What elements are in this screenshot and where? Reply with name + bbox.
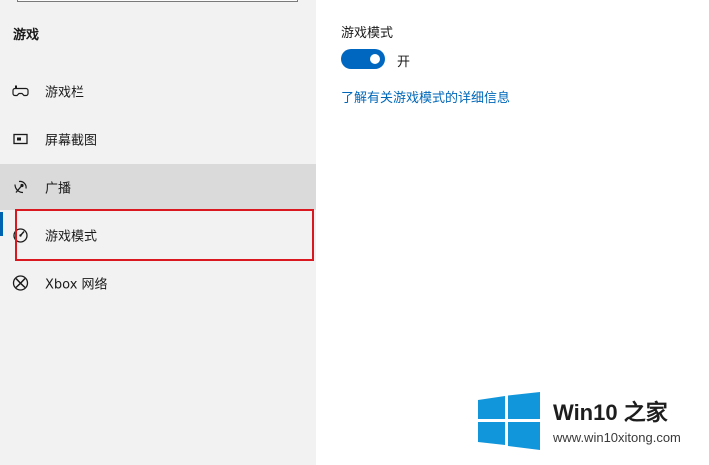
game-bar-icon	[12, 83, 29, 100]
learn-more-link[interactable]: 了解有关游戏模式的详细信息	[341, 87, 510, 106]
broadcast-icon	[12, 179, 29, 196]
captures-icon	[12, 131, 29, 148]
sidebar-item-label: 游戏栏	[45, 85, 85, 101]
sidebar-item-xbox-network[interactable]: Xbox 网络	[0, 260, 316, 306]
setting-title: 游戏模式	[341, 26, 394, 41]
watermark-title: Win10 之家	[553, 400, 668, 425]
section-title: 游戏	[13, 28, 40, 43]
sidebar-item-captures[interactable]: 屏幕截图	[0, 116, 316, 162]
sidebar-item-label: 屏幕截图	[45, 133, 98, 149]
search-input[interactable]	[17, 0, 298, 2]
windows-logo-icon	[478, 392, 540, 450]
toggle-state-label: 开	[397, 55, 411, 70]
highlight-annotation	[15, 209, 314, 261]
watermark: Win10 之家 www.win10xitong.com	[478, 392, 703, 454]
game-mode-toggle[interactable]	[341, 49, 385, 69]
toggle-knob	[370, 54, 380, 64]
sidebar-item-broadcast[interactable]: 广播	[0, 164, 316, 210]
sidebar-item-label: Xbox 网络	[45, 277, 108, 293]
sidebar-item-label: 广播	[45, 181, 72, 197]
watermark-url: www.win10xitong.com	[553, 430, 681, 445]
xbox-icon	[12, 275, 29, 292]
sidebar-item-game-bar[interactable]: 游戏栏	[0, 68, 316, 114]
